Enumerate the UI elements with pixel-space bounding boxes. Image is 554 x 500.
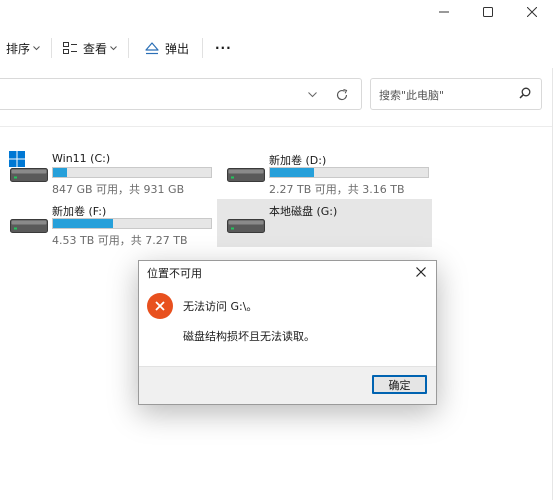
- sort-button[interactable]: 排序: [6, 36, 40, 60]
- close-window-button[interactable]: [510, 0, 554, 24]
- maximize-button[interactable]: [466, 0, 510, 24]
- close-icon: [416, 267, 426, 277]
- drive-space-info: 847 GB 可用，共 931 GB: [52, 183, 185, 196]
- sort-label: 排序: [6, 41, 31, 56]
- chevron-down-icon[interactable]: [308, 92, 317, 98]
- toolbar-divider: [51, 38, 52, 58]
- hard-drive-icon: [10, 219, 48, 233]
- toolbar-divider: [202, 38, 203, 58]
- drive-usage-bar: [52, 167, 212, 178]
- hard-drive-icon: [227, 168, 265, 182]
- view-icon: [63, 42, 77, 54]
- maximize-icon: [483, 7, 493, 17]
- toolbar: 排序 查看 弹出 ···: [0, 30, 554, 66]
- view-button[interactable]: 查看: [63, 36, 117, 60]
- view-label: 查看: [83, 41, 108, 56]
- search-input[interactable]: 搜索"此电脑": [370, 78, 542, 110]
- dialog-footer: 确定: [139, 366, 436, 404]
- search-icon[interactable]: [519, 87, 531, 99]
- error-icon: [147, 293, 173, 319]
- drive-usage-fill: [53, 168, 68, 177]
- divider: [0, 126, 552, 127]
- search-placeholder: 搜索"此电脑": [379, 89, 445, 102]
- ok-button[interactable]: 确定: [372, 375, 427, 394]
- drive-name: 新加卷 (F:): [52, 205, 107, 218]
- minimize-icon: [439, 11, 449, 13]
- scrollbar-track: [552, 68, 553, 500]
- dialog-title: 位置不可用: [147, 267, 202, 280]
- minimize-button[interactable]: [422, 0, 466, 24]
- address-row: 搜索"此电脑": [0, 78, 554, 112]
- window-controls: [422, 0, 554, 24]
- drive-name: Win11 (C:): [52, 152, 111, 165]
- drive-usage-bar: [52, 218, 212, 229]
- drive-item-f[interactable]: 新加卷 (F:) 4.53 TB 可用，共 7.27 TB: [0, 199, 215, 247]
- toolbar-divider: [128, 38, 129, 58]
- hard-drive-icon: [10, 168, 48, 182]
- drive-name: 本地磁盘 (G:): [269, 205, 338, 218]
- chevron-down-icon: [110, 45, 117, 50]
- hard-drive-icon: [227, 219, 265, 233]
- close-icon: [527, 7, 537, 17]
- windows-logo-icon: [9, 151, 25, 167]
- drive-usage-fill: [270, 168, 315, 177]
- error-message-detail: 磁盘结构损坏且无法读取。: [183, 330, 315, 343]
- drive-usage-fill: [53, 219, 114, 228]
- drive-space-info: 2.27 TB 可用，共 3.16 TB: [269, 183, 405, 196]
- drive-item-d[interactable]: 新加卷 (D:) 2.27 TB 可用，共 3.16 TB: [217, 148, 432, 196]
- refresh-icon[interactable]: [336, 89, 348, 101]
- error-dialog: 位置不可用 无法访问 G:\。 磁盘结构损坏且无法读取。 确定: [138, 260, 437, 405]
- drive-name: 新加卷 (D:): [269, 154, 327, 167]
- more-options-button[interactable]: ···: [215, 36, 232, 60]
- address-bar[interactable]: [0, 78, 362, 110]
- eject-icon: [145, 41, 159, 54]
- eject-label: 弹出: [165, 41, 190, 56]
- drive-item-g[interactable]: 本地磁盘 (G:): [217, 199, 432, 247]
- dialog-close-button[interactable]: [410, 262, 432, 282]
- error-message-primary: 无法访问 G:\。: [183, 300, 258, 313]
- chevron-down-icon: [33, 45, 40, 50]
- drive-space-info: 4.53 TB 可用，共 7.27 TB: [52, 234, 188, 247]
- drive-item-c[interactable]: Win11 (C:) 847 GB 可用，共 931 GB: [0, 148, 215, 196]
- more-icon: ···: [215, 41, 232, 55]
- drive-usage-bar: [269, 167, 429, 178]
- eject-button[interactable]: 弹出: [145, 36, 189, 60]
